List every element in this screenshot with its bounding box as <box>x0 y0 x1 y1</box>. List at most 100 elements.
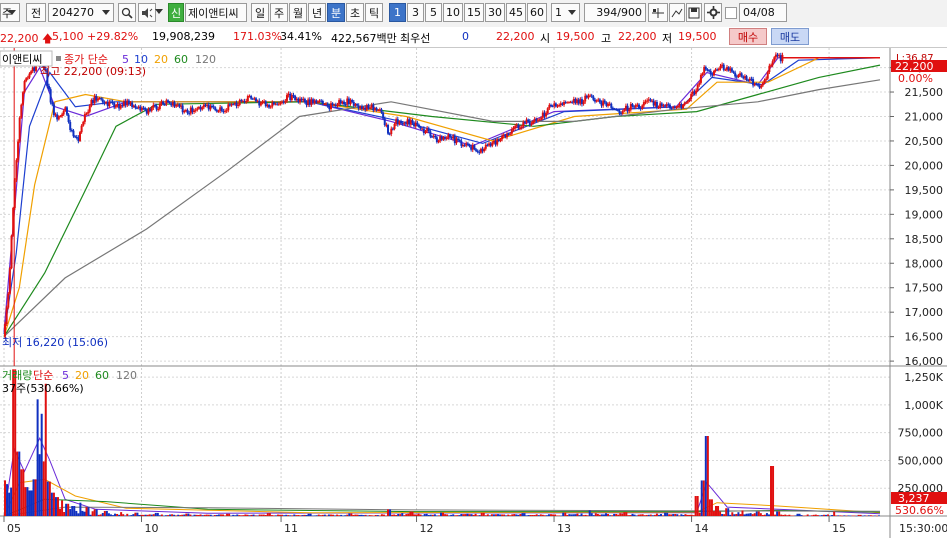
candle-body <box>220 107 223 111</box>
volume-bar <box>472 514 475 516</box>
interval-30[interactable]: 30 <box>485 3 505 22</box>
volume-bar <box>525 515 528 516</box>
volume-bar <box>507 514 510 516</box>
high-label: 고 <box>601 32 612 45</box>
period-month[interactable]: 월 <box>289 3 307 22</box>
volume-bar <box>739 514 742 516</box>
price-pane[interactable] <box>0 48 890 366</box>
volume-bar <box>452 514 455 516</box>
field-select[interactable]: 전 <box>26 3 46 22</box>
interval-45[interactable]: 45 <box>506 3 526 22</box>
volume-bar <box>140 514 143 516</box>
interval-10[interactable]: 10 <box>443 3 463 22</box>
candle-body <box>20 104 23 118</box>
interval-45-label: 45 <box>509 6 523 19</box>
volume-bar <box>482 512 485 516</box>
volume-bar <box>160 514 163 516</box>
draw-tool-icon-button[interactable] <box>669 3 685 22</box>
save-icon-button[interactable] <box>686 3 702 22</box>
candle-body <box>685 102 688 104</box>
volume-bar <box>252 514 255 516</box>
crosshair-icon-button[interactable] <box>648 3 668 22</box>
period-second[interactable]: 초 <box>346 3 364 22</box>
time-tick-label: 05 <box>7 522 21 535</box>
volume-bar <box>254 515 257 516</box>
sell-button[interactable]: 매도 <box>771 28 809 45</box>
volume-bar <box>52 492 55 516</box>
volume-bar <box>368 515 371 516</box>
volume-bar <box>26 487 29 516</box>
candle-body <box>538 119 541 121</box>
volume-bar <box>425 513 428 516</box>
volume-bar <box>651 515 654 516</box>
period-year[interactable]: 년 <box>308 3 326 22</box>
volume-bar <box>727 508 730 516</box>
period-week[interactable]: 주 <box>270 3 288 22</box>
candle-body <box>551 105 554 107</box>
date-input[interactable]: 04/08 <box>739 3 787 22</box>
volume-bar <box>22 469 25 516</box>
new-listing-badge: 신 <box>168 3 184 22</box>
interval-15[interactable]: 15 <box>464 3 484 22</box>
candle-body <box>760 85 763 88</box>
candle-body <box>501 136 504 140</box>
interval-3[interactable]: 3 <box>407 3 424 22</box>
count-input[interactable]: 394/900 <box>584 3 646 22</box>
interval-5[interactable]: 5 <box>425 3 442 22</box>
volume-bar <box>664 512 667 516</box>
multiplier-dropdown[interactable] <box>566 3 580 22</box>
volume-bar <box>796 513 799 516</box>
volume-bar <box>743 514 746 516</box>
settings-icon-button[interactable] <box>704 3 722 22</box>
volume-bar <box>334 515 337 516</box>
period-tick[interactable]: 틱 <box>365 3 383 22</box>
sell-button-label: 매도 <box>779 30 801 44</box>
count-max: /900 <box>617 6 642 19</box>
candle-body <box>618 110 621 114</box>
volume-bar <box>350 513 353 516</box>
volume-bar <box>454 515 457 516</box>
volume-bar <box>356 514 359 516</box>
candle-body <box>23 81 26 93</box>
date-value: 04/08 <box>743 6 775 19</box>
volume-bar <box>725 508 728 516</box>
candle-body <box>519 127 522 129</box>
date-checkbox[interactable] <box>725 7 737 19</box>
speaker-icon <box>142 7 153 18</box>
speaker-icon-button[interactable] <box>138 3 156 22</box>
volume-bar <box>570 514 573 516</box>
interval-60[interactable]: 60 <box>527 3 547 22</box>
stock-code-input[interactable]: 204270 <box>48 3 114 22</box>
volume-bar <box>733 514 736 516</box>
best-value: 0 <box>462 30 469 43</box>
candle-body <box>7 293 10 308</box>
volume-bar <box>433 514 436 516</box>
volume-bar <box>248 515 251 516</box>
candle-body <box>4 323 7 337</box>
period-minute[interactable]: 분 <box>327 3 345 22</box>
candle-body <box>690 94 693 99</box>
candle-body <box>150 107 153 111</box>
volume-bar <box>307 513 310 516</box>
volume-bar <box>256 515 259 516</box>
candle-body <box>766 71 769 79</box>
period-day[interactable]: 일 <box>251 3 269 22</box>
interval-1[interactable]: 1 <box>389 3 406 22</box>
market-select[interactable]: 주 <box>0 3 20 22</box>
low-label: 저 <box>662 32 673 45</box>
candle-body <box>527 119 530 122</box>
volume-bar <box>405 514 408 516</box>
search-icon-button[interactable] <box>118 3 136 22</box>
best-price: 22,200 <box>496 30 535 43</box>
volume-axis: 1,250K1,000K750,000500,000250,000 <box>898 371 944 495</box>
volume-bar <box>759 513 762 516</box>
volume-bar <box>782 514 785 516</box>
volume-pane[interactable] <box>0 366 890 516</box>
speaker-dropdown[interactable] <box>155 3 166 22</box>
buy-button[interactable]: 매수 <box>729 28 767 45</box>
volume-bar <box>464 514 467 516</box>
candle-body <box>15 160 18 181</box>
candle-body <box>134 105 137 108</box>
candle-body <box>59 116 62 118</box>
stock-chart[interactable]: 22,00021,50021,00020,50020,00019,50019,0… <box>0 48 947 538</box>
